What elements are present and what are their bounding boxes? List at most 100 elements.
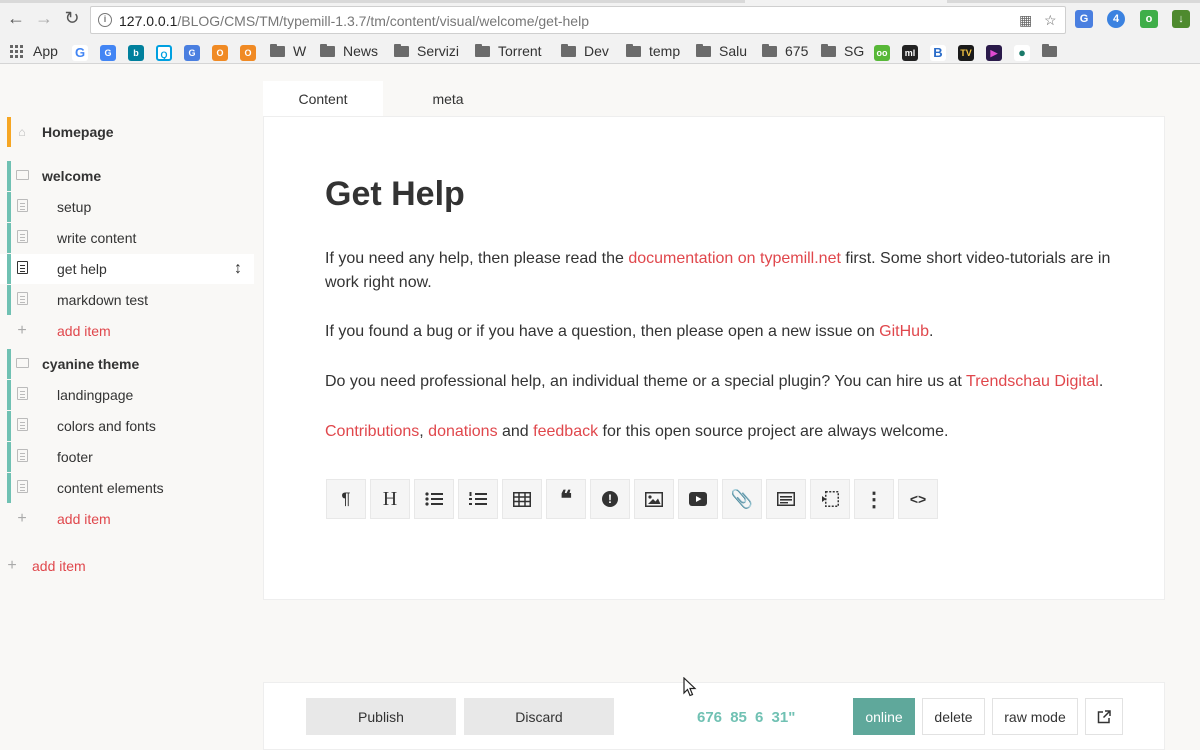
extension-badge-count: 4	[1112, 13, 1120, 25]
ml-bookmark-icon[interactable]: ml	[902, 45, 918, 61]
nav-page-markdown-test[interactable]: markdown test	[0, 285, 254, 315]
b-bookmark-icon[interactable]: B	[930, 45, 946, 61]
bookmark-folder-sg[interactable]: SG	[821, 42, 864, 60]
paragraph-contributions[interactable]: Contributions, donations and feedback fo…	[325, 420, 1115, 444]
bookmark-folder-dev[interactable]: Dev	[561, 42, 609, 60]
orange-bookmark-icon-2[interactable]: O	[240, 45, 256, 61]
documentation-link[interactable]: documentation on typemill.net	[628, 250, 841, 267]
feedback-link[interactable]: feedback	[533, 423, 598, 440]
add-item-welcome[interactable]: + add item	[0, 316, 254, 346]
bookmark-folder-torrent[interactable]: Torrent	[475, 42, 542, 60]
docs-bookmark-icon[interactable]: G	[100, 45, 116, 61]
paragraph-professional[interactable]: Do you need professional help, an indivi…	[325, 370, 1125, 394]
tab-strip-edge	[0, 0, 745, 3]
folder-label: welcome	[42, 168, 102, 184]
image-icon[interactable]	[634, 479, 674, 519]
video-icon[interactable]	[678, 479, 718, 519]
page-icon	[15, 418, 29, 434]
paragraph-text: .	[928, 323, 934, 340]
tab-meta[interactable]: meta	[388, 81, 508, 116]
orange-bookmark-icon[interactable]: O	[212, 45, 228, 61]
bookmark-folder-675[interactable]: 675	[762, 42, 808, 60]
more-options-icon[interactable]: ⋮	[854, 479, 894, 519]
nav-page-write-content[interactable]: write content	[0, 223, 254, 253]
external-link-button[interactable]	[1085, 698, 1123, 735]
bookmark-folder-unnamed[interactable]	[1042, 42, 1065, 60]
folder-marker	[7, 349, 11, 379]
site-info-icon[interactable]: i	[98, 13, 112, 27]
apps-shortcut[interactable]: App	[10, 42, 58, 60]
bookmark-folder-news[interactable]: News	[320, 42, 378, 60]
table-icon[interactable]	[502, 479, 542, 519]
bing-bookmark-icon[interactable]: b	[128, 45, 144, 61]
nav-page-get-help[interactable]: get help ↕	[0, 254, 254, 284]
nav-page-setup[interactable]: setup	[0, 192, 254, 222]
mouse-pointer-icon	[683, 677, 697, 697]
notice-icon[interactable]: !	[590, 479, 630, 519]
raw-mode-button[interactable]: raw mode	[992, 698, 1078, 735]
paragraph-bug[interactable]: If you found a bug or if you have a ques…	[325, 320, 1115, 344]
forward-icon[interactable]: →	[34, 8, 54, 28]
add-item-root[interactable]: + add item	[0, 551, 254, 581]
ordered-list-icon[interactable]	[458, 479, 498, 519]
nav-page-landingpage[interactable]: landingpage	[0, 380, 254, 410]
headline-icon[interactable]: H	[370, 479, 410, 519]
browser-toolbar: ← → ↻ i 127.0.0.1/BLOG/CMS/TM/typemill-1…	[0, 0, 1200, 36]
url-text[interactable]: 127.0.0.1/BLOG/CMS/TM/typemill-1.3.7/tm/…	[119, 13, 589, 29]
delete-button[interactable]: delete	[922, 698, 985, 735]
play-bookmark-icon[interactable]: ▶	[986, 45, 1002, 61]
bottle-bookmark-icon[interactable]: ●	[1014, 45, 1030, 61]
page-title[interactable]: Get Help	[325, 175, 465, 214]
contributions-link[interactable]: Contributions	[325, 423, 419, 440]
table-of-contents-icon[interactable]	[810, 479, 850, 519]
address-bar[interactable]: i 127.0.0.1/BLOG/CMS/TM/typemill-1.3.7/t…	[90, 6, 1066, 34]
bookmark-folder-temp[interactable]: temp	[626, 42, 680, 60]
quote-icon[interactable]: ❝	[546, 479, 586, 519]
extension-badge-icon[interactable]: 4	[1107, 10, 1125, 28]
extension-translate-icon[interactable]: G	[1075, 10, 1093, 28]
extension-owl-icon[interactable]: o	[1140, 10, 1158, 28]
bookmark-folder-salu[interactable]: Salu	[696, 42, 747, 60]
extension-download-icon[interactable]: ↓	[1172, 10, 1190, 28]
code-icon[interactable]: <>	[898, 479, 938, 519]
definition-list-icon[interactable]	[766, 479, 806, 519]
google-bookmark-icon[interactable]: G	[72, 45, 88, 61]
tv-bookmark-icon[interactable]: TV	[958, 45, 974, 61]
drag-handle-icon[interactable]: ↕	[231, 260, 245, 278]
tab-content[interactable]: Content	[263, 81, 383, 116]
translate-bookmark-icon[interactable]: G	[184, 45, 200, 61]
folder-icon	[696, 43, 711, 57]
translate-icon[interactable]: ▦	[1019, 12, 1032, 29]
github-link[interactable]: GitHub	[879, 323, 929, 340]
folder-icon	[270, 43, 285, 57]
bookmark-star-icon[interactable]: ☆	[1044, 12, 1057, 29]
bookmark-folder-w[interactable]: W	[270, 42, 306, 60]
page-icon	[15, 230, 29, 246]
online-status-button[interactable]: online	[853, 698, 915, 735]
nav-homepage[interactable]: ⌂ Homepage	[0, 117, 254, 147]
tab-strip-edge	[947, 0, 1200, 3]
publish-button[interactable]: Publish	[306, 698, 456, 735]
paragraph-help[interactable]: If you need any help, then please read t…	[325, 247, 1115, 295]
visual-editor[interactable]: Get Help If you need any help, then plea…	[263, 116, 1165, 600]
home-icon: ⌂	[18, 125, 26, 139]
raw-mode-label: raw mode	[1004, 708, 1066, 725]
duolingo-bookmark-icon[interactable]: oo	[874, 45, 890, 61]
nav-folder-cyanine-theme[interactable]: cyanine theme	[0, 349, 254, 379]
trendschau-link[interactable]: Trendschau Digital	[966, 373, 1099, 390]
paragraph-icon[interactable]: ¶	[326, 479, 366, 519]
add-item-cyanine-theme[interactable]: + add item	[0, 504, 254, 534]
unordered-list-icon[interactable]	[414, 479, 454, 519]
nav-page-colors-and-fonts[interactable]: colors and fonts	[0, 411, 254, 441]
search-bookmark-icon[interactable]: Q	[156, 45, 172, 61]
reload-icon[interactable]: ↻	[62, 8, 82, 28]
nav-page-footer[interactable]: footer	[0, 442, 254, 472]
nav-folder-welcome[interactable]: welcome	[0, 161, 254, 191]
nav-page-content-elements[interactable]: content elements	[0, 473, 254, 503]
donations-link[interactable]: donations	[428, 423, 497, 440]
bookmark-folder-servizi[interactable]: Servizi	[394, 42, 459, 60]
url-path: /BLOG/CMS/TM/typemill-1.3.7/tm/content/v…	[177, 13, 589, 29]
discard-button[interactable]: Discard	[464, 698, 614, 735]
back-icon[interactable]: ←	[6, 8, 26, 28]
file-attachment-icon[interactable]: 📎	[722, 479, 762, 519]
